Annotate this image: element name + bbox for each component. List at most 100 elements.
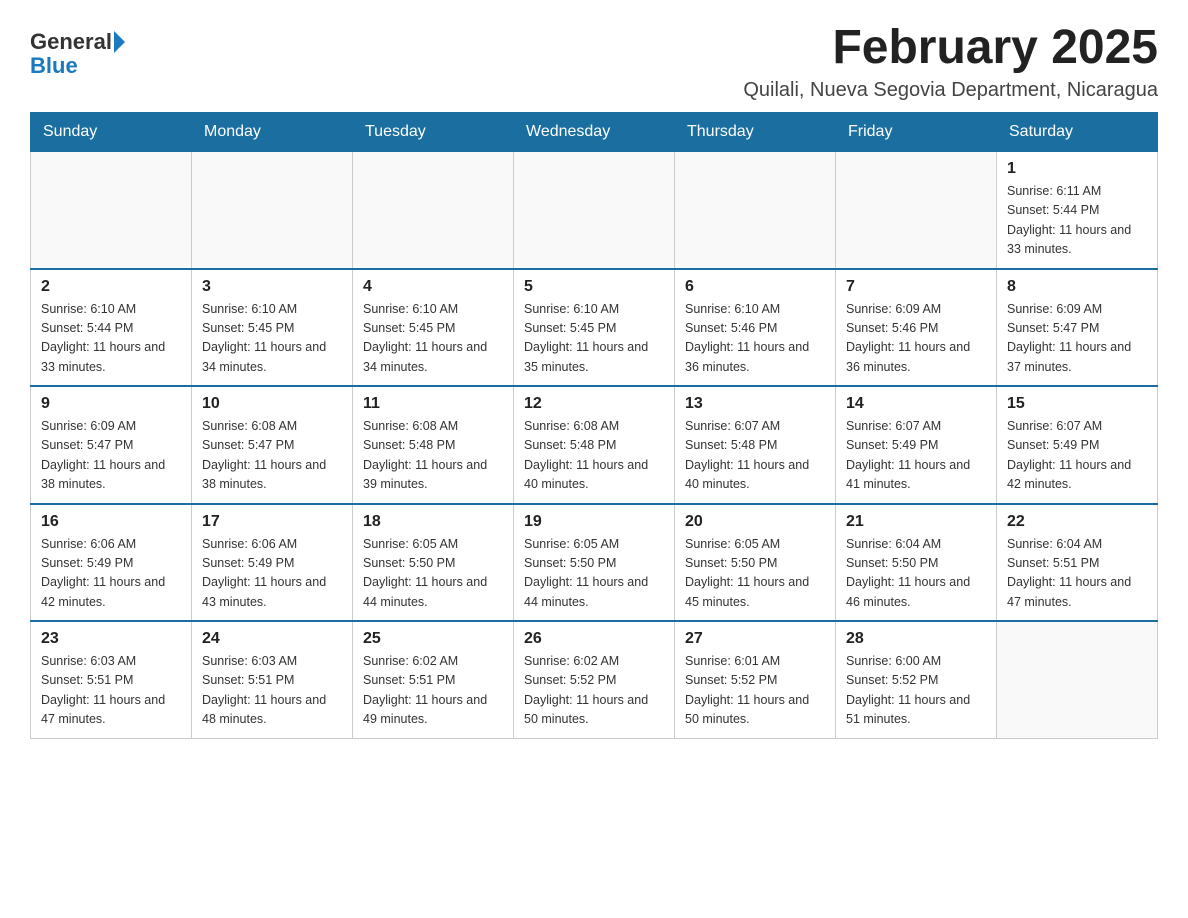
title-area: February 2025 Quilali, Nueva Segovia Dep…	[743, 20, 1158, 102]
table-row	[675, 152, 836, 269]
day-number: 19	[524, 513, 664, 531]
table-row	[192, 152, 353, 269]
table-row: 2 Sunrise: 6:10 AMSunset: 5:44 PMDayligh…	[31, 269, 192, 387]
page-header: General Blue February 2025 Quilali, Nuev…	[30, 20, 1158, 102]
day-info: Sunrise: 6:07 AMSunset: 5:49 PMDaylight:…	[846, 417, 986, 495]
day-number: 15	[1007, 395, 1147, 413]
table-row	[836, 152, 997, 269]
day-info: Sunrise: 6:10 AMSunset: 5:45 PMDaylight:…	[363, 300, 503, 378]
day-number: 22	[1007, 513, 1147, 531]
table-row: 14 Sunrise: 6:07 AMSunset: 5:49 PMDaylig…	[836, 386, 997, 504]
day-number: 21	[846, 513, 986, 531]
day-info: Sunrise: 6:10 AMSunset: 5:45 PMDaylight:…	[202, 300, 342, 378]
table-row: 23 Sunrise: 6:03 AMSunset: 5:51 PMDaylig…	[31, 621, 192, 738]
table-row	[997, 621, 1158, 738]
day-info: Sunrise: 6:10 AMSunset: 5:44 PMDaylight:…	[41, 300, 181, 378]
table-row: 5 Sunrise: 6:10 AMSunset: 5:45 PMDayligh…	[514, 269, 675, 387]
table-row: 9 Sunrise: 6:09 AMSunset: 5:47 PMDayligh…	[31, 386, 192, 504]
day-info: Sunrise: 6:06 AMSunset: 5:49 PMDaylight:…	[41, 535, 181, 613]
table-row: 13 Sunrise: 6:07 AMSunset: 5:48 PMDaylig…	[675, 386, 836, 504]
header-saturday: Saturday	[997, 113, 1158, 152]
logo: General Blue	[30, 30, 125, 78]
day-number: 27	[685, 630, 825, 648]
table-row: 10 Sunrise: 6:08 AMSunset: 5:47 PMDaylig…	[192, 386, 353, 504]
table-row: 11 Sunrise: 6:08 AMSunset: 5:48 PMDaylig…	[353, 386, 514, 504]
day-number: 7	[846, 278, 986, 296]
day-number: 9	[41, 395, 181, 413]
day-info: Sunrise: 6:00 AMSunset: 5:52 PMDaylight:…	[846, 652, 986, 730]
day-number: 5	[524, 278, 664, 296]
table-row	[353, 152, 514, 269]
table-row: 27 Sunrise: 6:01 AMSunset: 5:52 PMDaylig…	[675, 621, 836, 738]
day-info: Sunrise: 6:11 AMSunset: 5:44 PMDaylight:…	[1007, 182, 1147, 260]
day-info: Sunrise: 6:10 AMSunset: 5:45 PMDaylight:…	[524, 300, 664, 378]
weekday-header-row: Sunday Monday Tuesday Wednesday Thursday…	[31, 113, 1158, 152]
table-row: 18 Sunrise: 6:05 AMSunset: 5:50 PMDaylig…	[353, 504, 514, 622]
calendar-week-row: 16 Sunrise: 6:06 AMSunset: 5:49 PMDaylig…	[31, 504, 1158, 622]
location-subtitle: Quilali, Nueva Segovia Department, Nicar…	[743, 79, 1158, 102]
header-tuesday: Tuesday	[353, 113, 514, 152]
table-row	[514, 152, 675, 269]
table-row: 21 Sunrise: 6:04 AMSunset: 5:50 PMDaylig…	[836, 504, 997, 622]
day-number: 11	[363, 395, 503, 413]
table-row: 12 Sunrise: 6:08 AMSunset: 5:48 PMDaylig…	[514, 386, 675, 504]
day-info: Sunrise: 6:03 AMSunset: 5:51 PMDaylight:…	[202, 652, 342, 730]
logo-blue: Blue	[30, 54, 125, 78]
table-row: 28 Sunrise: 6:00 AMSunset: 5:52 PMDaylig…	[836, 621, 997, 738]
day-info: Sunrise: 6:06 AMSunset: 5:49 PMDaylight:…	[202, 535, 342, 613]
day-info: Sunrise: 6:10 AMSunset: 5:46 PMDaylight:…	[685, 300, 825, 378]
day-info: Sunrise: 6:02 AMSunset: 5:51 PMDaylight:…	[363, 652, 503, 730]
day-info: Sunrise: 6:09 AMSunset: 5:47 PMDaylight:…	[41, 417, 181, 495]
calendar-table: Sunday Monday Tuesday Wednesday Thursday…	[30, 112, 1158, 739]
day-number: 2	[41, 278, 181, 296]
day-number: 8	[1007, 278, 1147, 296]
header-sunday: Sunday	[31, 113, 192, 152]
table-row: 15 Sunrise: 6:07 AMSunset: 5:49 PMDaylig…	[997, 386, 1158, 504]
calendar-week-row: 9 Sunrise: 6:09 AMSunset: 5:47 PMDayligh…	[31, 386, 1158, 504]
table-row: 1 Sunrise: 6:11 AMSunset: 5:44 PMDayligh…	[997, 152, 1158, 269]
day-info: Sunrise: 6:08 AMSunset: 5:48 PMDaylight:…	[524, 417, 664, 495]
day-number: 23	[41, 630, 181, 648]
day-info: Sunrise: 6:08 AMSunset: 5:47 PMDaylight:…	[202, 417, 342, 495]
table-row: 16 Sunrise: 6:06 AMSunset: 5:49 PMDaylig…	[31, 504, 192, 622]
day-info: Sunrise: 6:05 AMSunset: 5:50 PMDaylight:…	[685, 535, 825, 613]
table-row: 4 Sunrise: 6:10 AMSunset: 5:45 PMDayligh…	[353, 269, 514, 387]
day-number: 16	[41, 513, 181, 531]
table-row: 19 Sunrise: 6:05 AMSunset: 5:50 PMDaylig…	[514, 504, 675, 622]
day-number: 24	[202, 630, 342, 648]
day-number: 3	[202, 278, 342, 296]
day-info: Sunrise: 6:04 AMSunset: 5:51 PMDaylight:…	[1007, 535, 1147, 613]
day-info: Sunrise: 6:05 AMSunset: 5:50 PMDaylight:…	[524, 535, 664, 613]
day-number: 12	[524, 395, 664, 413]
day-info: Sunrise: 6:09 AMSunset: 5:46 PMDaylight:…	[846, 300, 986, 378]
header-friday: Friday	[836, 113, 997, 152]
day-info: Sunrise: 6:07 AMSunset: 5:48 PMDaylight:…	[685, 417, 825, 495]
logo-general: General	[30, 30, 112, 54]
table-row: 8 Sunrise: 6:09 AMSunset: 5:47 PMDayligh…	[997, 269, 1158, 387]
day-number: 4	[363, 278, 503, 296]
day-number: 10	[202, 395, 342, 413]
calendar-week-row: 2 Sunrise: 6:10 AMSunset: 5:44 PMDayligh…	[31, 269, 1158, 387]
day-info: Sunrise: 6:05 AMSunset: 5:50 PMDaylight:…	[363, 535, 503, 613]
day-info: Sunrise: 6:08 AMSunset: 5:48 PMDaylight:…	[363, 417, 503, 495]
day-number: 25	[363, 630, 503, 648]
calendar-week-row: 1 Sunrise: 6:11 AMSunset: 5:44 PMDayligh…	[31, 152, 1158, 269]
month-title: February 2025	[743, 20, 1158, 75]
header-wednesday: Wednesday	[514, 113, 675, 152]
day-number: 26	[524, 630, 664, 648]
day-info: Sunrise: 6:07 AMSunset: 5:49 PMDaylight:…	[1007, 417, 1147, 495]
day-info: Sunrise: 6:02 AMSunset: 5:52 PMDaylight:…	[524, 652, 664, 730]
day-info: Sunrise: 6:03 AMSunset: 5:51 PMDaylight:…	[41, 652, 181, 730]
day-number: 6	[685, 278, 825, 296]
day-number: 18	[363, 513, 503, 531]
header-thursday: Thursday	[675, 113, 836, 152]
day-number: 20	[685, 513, 825, 531]
table-row: 17 Sunrise: 6:06 AMSunset: 5:49 PMDaylig…	[192, 504, 353, 622]
day-info: Sunrise: 6:04 AMSunset: 5:50 PMDaylight:…	[846, 535, 986, 613]
day-number: 28	[846, 630, 986, 648]
table-row	[31, 152, 192, 269]
table-row: 22 Sunrise: 6:04 AMSunset: 5:51 PMDaylig…	[997, 504, 1158, 622]
header-monday: Monday	[192, 113, 353, 152]
table-row: 26 Sunrise: 6:02 AMSunset: 5:52 PMDaylig…	[514, 621, 675, 738]
table-row: 6 Sunrise: 6:10 AMSunset: 5:46 PMDayligh…	[675, 269, 836, 387]
